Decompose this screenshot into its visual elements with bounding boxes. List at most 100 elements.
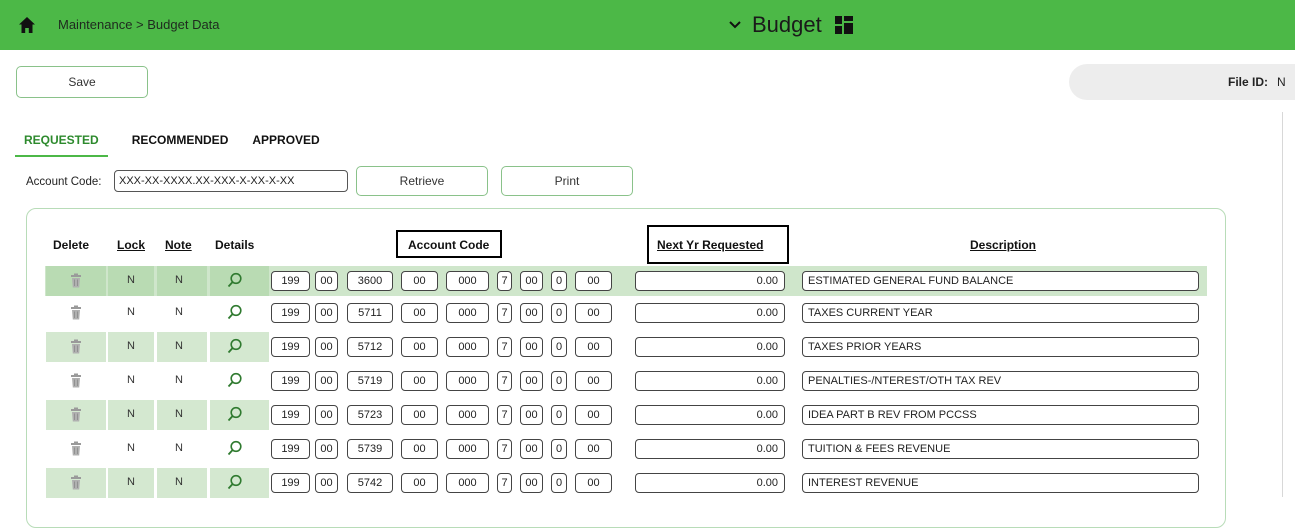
account-segment-input[interactable]: 00: [315, 371, 338, 391]
account-segment-input[interactable]: 0: [551, 371, 567, 391]
account-segment-input[interactable]: 5719: [347, 371, 393, 391]
note-value[interactable]: N: [175, 476, 183, 488]
account-segment-input[interactable]: 5739: [347, 439, 393, 459]
header-description[interactable]: Description: [970, 238, 1036, 252]
account-segment-input[interactable]: 0: [551, 473, 567, 493]
account-segment-input[interactable]: 000: [446, 303, 489, 323]
account-segment-input[interactable]: 00: [520, 405, 543, 425]
magnifier-icon[interactable]: [227, 338, 243, 354]
home-icon[interactable]: [18, 16, 36, 34]
account-segment-input[interactable]: 199: [271, 371, 310, 391]
account-segment-input[interactable]: 00: [315, 303, 338, 323]
account-segment-input[interactable]: 00: [520, 271, 543, 291]
description-input[interactable]: TAXES PRIOR YEARS: [802, 337, 1199, 357]
account-segment-input[interactable]: 0: [551, 337, 567, 357]
account-segment-input[interactable]: 00: [315, 405, 338, 425]
next-yr-requested-input[interactable]: 0.00: [635, 271, 785, 291]
account-segment-input[interactable]: 00: [401, 303, 438, 323]
description-input[interactable]: TAXES CURRENT YEAR: [802, 303, 1199, 323]
account-segment-input[interactable]: 5711: [347, 303, 393, 323]
account-segment-input[interactable]: 000: [446, 371, 489, 391]
magnifier-icon[interactable]: [227, 440, 243, 456]
account-segment-input[interactable]: 0: [551, 303, 567, 323]
account-segment-input[interactable]: 00: [520, 337, 543, 357]
description-input[interactable]: INTEREST REVENUE: [802, 473, 1199, 493]
note-value[interactable]: N: [175, 306, 183, 318]
account-segment-input[interactable]: 00: [575, 405, 612, 425]
account-segment-input[interactable]: 00: [315, 271, 338, 291]
account-segment-input[interactable]: 00: [575, 473, 612, 493]
account-segment-input[interactable]: 00: [520, 473, 543, 493]
account-segment-input[interactable]: 00: [575, 303, 612, 323]
account-segment-input[interactable]: 000: [446, 405, 489, 425]
grid-icon[interactable]: [834, 15, 854, 35]
next-yr-requested-input[interactable]: 0.00: [635, 337, 785, 357]
account-segment-input[interactable]: 00: [520, 371, 543, 391]
description-input[interactable]: IDEA PART B REV FROM PCCSS: [802, 405, 1199, 425]
account-segment-input[interactable]: 5723: [347, 405, 393, 425]
header-note[interactable]: Note: [165, 238, 192, 252]
account-segment-input[interactable]: 0: [551, 271, 567, 291]
note-value[interactable]: N: [175, 274, 183, 286]
account-segment-input[interactable]: 3600: [347, 271, 393, 291]
account-segment-input[interactable]: 199: [271, 405, 310, 425]
tab-requested[interactable]: REQUESTED: [15, 133, 108, 157]
description-input[interactable]: TUITION & FEES REVENUE: [802, 439, 1199, 459]
next-yr-requested-input[interactable]: 0.00: [635, 405, 785, 425]
note-value[interactable]: N: [175, 442, 183, 454]
account-segment-input[interactable]: 7: [497, 405, 512, 425]
tab-approved[interactable]: APPROVED: [252, 133, 319, 157]
next-yr-requested-input[interactable]: 0.00: [635, 303, 785, 323]
next-yr-requested-input[interactable]: 0.00: [635, 371, 785, 391]
description-input[interactable]: ESTIMATED GENERAL FUND BALANCE: [802, 271, 1199, 291]
magnifier-icon[interactable]: [227, 304, 243, 320]
trash-icon[interactable]: [70, 305, 82, 320]
account-segment-input[interactable]: 00: [520, 439, 543, 459]
account-segment-input[interactable]: 7: [497, 371, 512, 391]
account-segment-input[interactable]: 00: [315, 473, 338, 493]
account-segment-input[interactable]: 199: [271, 439, 310, 459]
retrieve-button[interactable]: Retrieve: [356, 166, 488, 196]
account-code-input[interactable]: [114, 170, 348, 192]
header-lock[interactable]: Lock: [117, 238, 145, 252]
description-input[interactable]: PENALTIES-/NTEREST/OTH TAX REV: [802, 371, 1199, 391]
account-segment-input[interactable]: 00: [401, 405, 438, 425]
note-value[interactable]: N: [175, 408, 183, 420]
chevron-down-icon[interactable]: [728, 20, 742, 30]
account-segment-input[interactable]: 000: [446, 473, 489, 493]
account-segment-input[interactable]: 0: [551, 405, 567, 425]
magnifier-icon[interactable]: [227, 372, 243, 388]
magnifier-icon[interactable]: [227, 272, 243, 288]
account-segment-input[interactable]: 0: [551, 439, 567, 459]
magnifier-icon[interactable]: [227, 474, 243, 490]
account-segment-input[interactable]: 00: [575, 271, 612, 291]
note-value[interactable]: N: [175, 374, 183, 386]
account-segment-input[interactable]: 000: [446, 337, 489, 357]
account-segment-input[interactable]: 7: [497, 439, 512, 459]
account-segment-input[interactable]: 7: [497, 473, 512, 493]
save-button[interactable]: Save: [16, 66, 148, 98]
account-segment-input[interactable]: 199: [271, 271, 310, 291]
account-segment-input[interactable]: 00: [401, 371, 438, 391]
account-segment-input[interactable]: 199: [271, 337, 310, 357]
account-segment-input[interactable]: 199: [271, 473, 310, 493]
account-segment-input[interactable]: 000: [446, 271, 489, 291]
budget-menu[interactable]: Budget: [728, 10, 854, 40]
trash-icon[interactable]: [70, 373, 82, 388]
account-segment-input[interactable]: 00: [315, 337, 338, 357]
print-button[interactable]: Print: [501, 166, 633, 196]
magnifier-icon[interactable]: [227, 406, 243, 422]
account-segment-input[interactable]: 199: [271, 303, 310, 323]
header-next-yr-requested[interactable]: Next Yr Requested: [657, 238, 763, 252]
trash-icon[interactable]: [70, 441, 82, 456]
next-yr-requested-input[interactable]: 0.00: [635, 439, 785, 459]
trash-icon[interactable]: [70, 407, 82, 422]
trash-icon[interactable]: [70, 475, 82, 490]
account-segment-input[interactable]: 00: [575, 371, 612, 391]
trash-icon[interactable]: [70, 339, 82, 354]
account-segment-input[interactable]: 5712: [347, 337, 393, 357]
account-segment-input[interactable]: 00: [401, 271, 438, 291]
next-yr-requested-input[interactable]: 0.00: [635, 473, 785, 493]
account-segment-input[interactable]: 00: [401, 337, 438, 357]
account-segment-input[interactable]: 5742: [347, 473, 393, 493]
